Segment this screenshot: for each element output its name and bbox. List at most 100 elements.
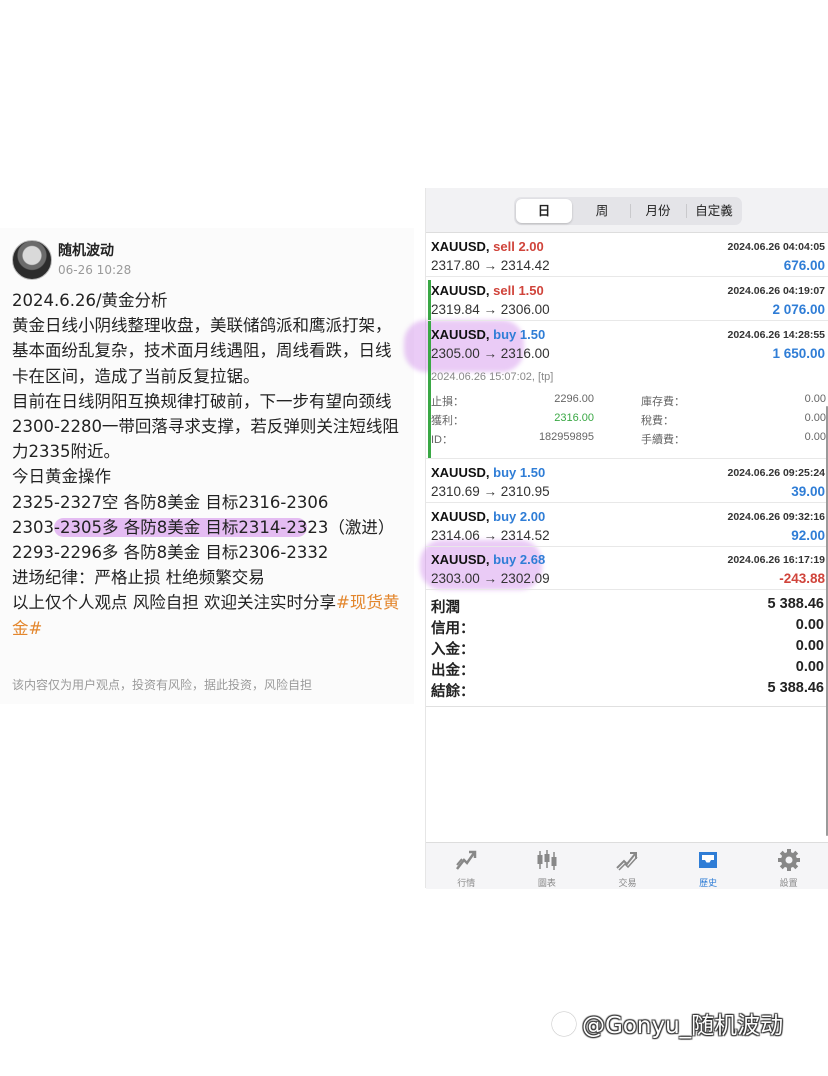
trade-side: buy (493, 327, 517, 342)
summary-row-profit: 利潤 5 388.46 (431, 596, 824, 616)
author-name[interactable]: 随机波动 (58, 240, 114, 260)
trade-side: buy (493, 465, 517, 480)
post-line: 黄金日线小阴线整理收盘，美联储鸽派和鹰派打架，基本面纷乱复杂，技术面月线遇阻，周… (12, 316, 392, 386)
trade-date: 2024.06.26 14:28:55 (727, 329, 826, 341)
post-line: 进场纪律：严格止损 杜绝频繁交易 (12, 568, 265, 588)
summary-value: 0.00 (795, 659, 824, 675)
detail-label: 稅費： (641, 415, 674, 427)
summary-value: 0.00 (795, 617, 824, 633)
tab-label: 歷史 (699, 879, 718, 889)
summary-value: 0.00 (795, 638, 824, 654)
history-icon (699, 852, 718, 868)
trade-symbol: XAUUSD, buy 2.68 (431, 552, 545, 567)
detail-label: 止損： (431, 396, 464, 408)
detail-row: 止損： 2296.00 庫存費： 0.00 (431, 393, 826, 411)
trade-side: sell (493, 239, 515, 254)
trade-lots: 2.00 (519, 509, 546, 524)
tab-trade[interactable]: 交易 (587, 843, 668, 889)
trade-profit: -243.88 (779, 571, 825, 586)
detail-label: 手續費： (641, 434, 685, 446)
tab-history[interactable]: 歷史 (668, 843, 749, 889)
post-line: 2024.6.26/黄金分析 (12, 291, 168, 310)
tax-value: 0.00 (804, 412, 826, 424)
post-time: 06-26 10:28 (58, 263, 132, 277)
summary-row-balance: 結餘： 5 388.46 (431, 680, 824, 700)
summary-label: 出金： (431, 663, 475, 679)
close-time: 2024.06.26 15:07:02, [tp] (431, 371, 554, 383)
segment-week[interactable]: 周 (574, 197, 630, 225)
trade-symbol: XAUUSD, buy 1.50 (431, 465, 545, 480)
trade-row-expanded[interactable]: XAUUSD, buy 1.50 2024.06.26 14:28:55 230… (426, 322, 828, 364)
trade-side: buy (493, 552, 517, 567)
post-text: 23（激进） (307, 517, 395, 537)
trade-price: 2303.00 → 2302.09 (431, 571, 550, 586)
detail-row: ID： 182959895 手續費： 0.00 (431, 431, 826, 449)
trading-history-app: 日 周 月份 自定義 XAUUSD, sell 2.00 2024.06.26 … (404, 188, 828, 889)
disclaimer: 该内容仅为用户观点，投资有风险，据此投资，风险自担 (12, 678, 313, 692)
order-id-value: 182959895 (538, 431, 594, 443)
summary-label: 結餘： (431, 684, 475, 700)
symbol-text: XAUUSD, (431, 327, 490, 342)
tab-quotes[interactable]: 行情 (426, 843, 507, 889)
trade-symbol: XAUUSD, sell 2.00 (431, 239, 544, 254)
post-line: 今日黄金操作 (12, 467, 111, 487)
stop-loss-value: 2296.00 (554, 393, 594, 405)
tab-label: 圖表 (537, 879, 556, 889)
post-line: 2325-2327空 各防8美金 目标2316-2306 (12, 492, 329, 512)
segment-day[interactable]: 日 (516, 199, 572, 223)
post-line-highlighted: 2303-2305多 各防8美金 目标2314-2323（激进） (12, 515, 404, 540)
divider (426, 706, 828, 707)
trade-price: 2314.06 → 2314.52 (431, 528, 550, 543)
symbol-text: XAUUSD, (431, 283, 490, 298)
trade-row[interactable]: XAUUSD, sell 2.00 2024.06.26 04:04:05 23… (426, 234, 828, 277)
trade-row[interactable]: XAUUSD, buy 1.50 2024.06.26 09:25:24 231… (426, 460, 828, 503)
summary-label: 信用： (431, 621, 475, 637)
post-line: 2293-2296多 各防8美金 目标2306-2332 (12, 543, 329, 563)
bottom-tab-bar: 行情 圖表 交易 歷史 設置 (426, 842, 828, 889)
trade-price: 2319.84 → 2306.00 (431, 302, 550, 317)
symbol-text: XAUUSD, (431, 465, 490, 480)
post-body: 2024.6.26/黄金分析 黄金日线小阴线整理收盘，美联储鸽派和鹰派打架，基本… (12, 288, 404, 641)
period-segmented-control: 日 周 月份 自定義 (514, 197, 742, 225)
trade-side: sell (493, 283, 515, 298)
post-line: 以上仅个人观点 风险自担 欢迎关注实时分享#现货黄金# (12, 590, 404, 640)
trade-lots: 2.68 (519, 552, 546, 567)
summary-row-withdrawal: 出金： 0.00 (431, 659, 824, 679)
highlight-mark: -2305多 各防8美金 目标2314-23 (54, 517, 308, 537)
period-header: 日 周 月份 自定義 (426, 188, 828, 233)
swap-value: 0.00 (804, 393, 826, 405)
trade-row[interactable]: XAUUSD, buy 2.00 2024.06.26 09:32:16 231… (426, 504, 828, 547)
trade-symbol: XAUUSD, buy 1.50 (431, 327, 545, 342)
trade-profit: 676.00 (783, 258, 825, 273)
trade-date: 2024.06.26 04:04:05 (727, 241, 826, 253)
take-profit-value: 2316.00 (554, 412, 594, 424)
trade-price: 2310.69 → 2310.95 (431, 484, 550, 499)
tab-settings[interactable]: 設置 (748, 843, 828, 889)
weibo-logo-icon (552, 1012, 576, 1036)
trade-lots: 2.00 (518, 239, 544, 254)
avatar[interactable] (12, 240, 52, 280)
social-post: 随机波动 06-26 10:28 2024.6.26/黄金分析 黄金日线小阴线整… (0, 228, 414, 704)
trade-lots: 1.50 (518, 283, 544, 298)
trade-details: 2024.06.26 15:07:02, [tp] 止損： 2296.00 庫存… (426, 366, 828, 459)
segment-month[interactable]: 月份 (630, 197, 686, 225)
trade-side: buy (493, 509, 517, 524)
trade-date: 2024.06.26 16:17:19 (727, 554, 826, 566)
trade-row[interactable]: XAUUSD, sell 1.50 2024.06.26 04:19:07 23… (426, 278, 828, 321)
trade-lots: 1.50 (519, 465, 546, 480)
trade-date: 2024.06.26 09:32:16 (727, 511, 826, 523)
trade-row[interactable]: XAUUSD, buy 2.68 2024.06.26 16:17:19 230… (426, 547, 828, 590)
chart-icon (537, 850, 557, 870)
trade-date: 2024.06.26 09:25:24 (727, 467, 826, 479)
watermark-text: @Gonyu_随机波动 (582, 1013, 784, 1039)
trade-profit: 2 076.00 (772, 302, 825, 317)
tab-label: 行情 (457, 879, 476, 889)
tab-chart[interactable]: 圖表 (507, 843, 588, 889)
trade-symbol: XAUUSD, sell 1.50 (431, 283, 544, 298)
trade-price: 2305.00 → 2316.00 (431, 346, 550, 361)
segment-custom[interactable]: 自定義 (686, 197, 742, 225)
symbol-text: XAUUSD, (431, 552, 490, 567)
trade-lots: 1.50 (519, 327, 546, 342)
trade-profit: 39.00 (791, 484, 825, 499)
trade-date: 2024.06.26 04:19:07 (727, 285, 826, 297)
